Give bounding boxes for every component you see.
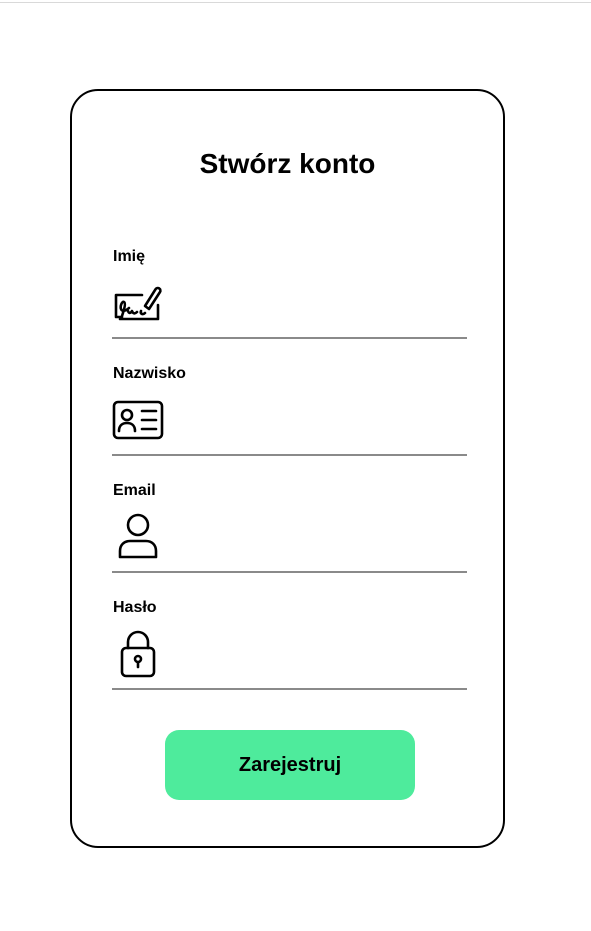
email-label: Email: [113, 482, 156, 499]
first-name-field: Imię: [112, 247, 467, 345]
page-title: Stwórz konto: [199, 148, 376, 179]
first-name-underline: [112, 337, 467, 339]
signature-icon: [112, 283, 164, 335]
email-underline: [112, 571, 467, 573]
last-name-field: Nazwisko: [112, 364, 467, 462]
password-field: Hasło: [112, 598, 467, 696]
first-name-input[interactable]: [172, 291, 467, 333]
top-divider: [0, 2, 591, 3]
register-card: Stwórz konto Imię Nazwisko Email Hasło Z…: [70, 89, 505, 848]
email-input[interactable]: [172, 521, 467, 563]
last-name-underline: [112, 454, 467, 456]
last-name-label: Nazwisko: [113, 365, 186, 382]
email-field: Email: [112, 481, 467, 579]
last-name-input[interactable]: [172, 404, 467, 446]
first-name-label: Imię: [113, 248, 146, 265]
password-label: Hasło: [113, 599, 157, 616]
password-underline: [112, 688, 467, 690]
user-icon: [112, 511, 164, 563]
id-card-icon: [112, 394, 164, 446]
lock-icon: [112, 628, 164, 680]
password-input[interactable]: [172, 638, 467, 680]
register-button[interactable]: Zarejestruj: [165, 730, 415, 800]
